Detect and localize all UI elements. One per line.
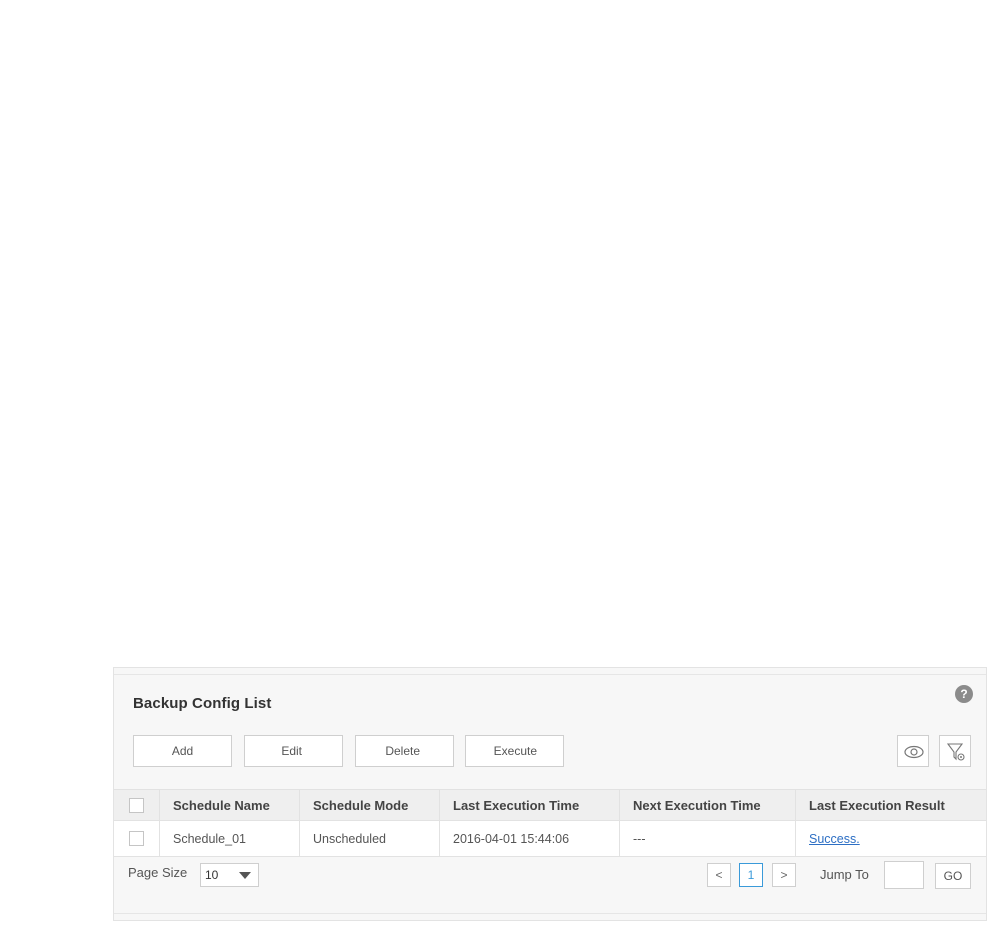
edit-button[interactable]: Edit [244,735,343,767]
next-execution-time-cell: --- [620,821,796,856]
row-checkbox[interactable] [129,831,144,846]
go-button[interactable]: GO [935,863,971,889]
last-execution-time-cell: 2016-04-01 15:44:06 [440,821,620,856]
column-view-button[interactable] [897,735,929,767]
select-all-checkbox[interactable] [129,797,144,813]
execute-button[interactable]: Execute [465,735,564,767]
help-icon[interactable]: ? [955,685,973,703]
prev-page-button[interactable]: < [707,863,731,887]
row-select-cell [114,821,160,856]
backup-config-table: Schedule Name Schedule Mode Last Executi… [114,789,986,857]
panel-bottom-divider [114,913,986,914]
page-1-button[interactable]: 1 [739,863,763,887]
page-size-label: Page Size [128,865,188,880]
add-button[interactable]: Add [133,735,232,767]
caret-down-icon [239,872,251,879]
backup-config-panel: Backup Config List ? Add Edit Delete Exe… [113,667,987,921]
jump-to-input[interactable] [884,861,924,889]
schedule-mode-cell: Unscheduled [300,821,440,856]
column-header-next-execution-time[interactable]: Next Execution Time [620,790,796,820]
last-execution-result-cell: Success. [796,821,986,856]
delete-button[interactable]: Delete [355,735,454,767]
next-page-button[interactable]: > [772,863,796,887]
schedule-name-cell: Schedule_01 [160,821,300,856]
panel-title: Backup Config List [133,695,272,712]
filter-settings-icon [946,743,965,761]
column-header-schedule-mode[interactable]: Schedule Mode [300,790,440,820]
column-header-last-execution-time[interactable]: Last Execution Time [440,790,620,820]
page-size-select[interactable]: 10 [200,863,259,887]
table-header-row: Schedule Name Schedule Mode Last Executi… [114,789,986,821]
header-select-cell [114,790,160,820]
jump-to-label: Jump To [820,867,869,882]
table-row[interactable]: Schedule_01 Unscheduled 2016-04-01 15:44… [114,821,986,857]
eye-icon [904,745,924,759]
last-execution-result-link[interactable]: Success. [809,832,860,846]
column-header-schedule-name[interactable]: Schedule Name [160,790,300,820]
page-size-value: 10 [205,868,219,882]
filter-settings-button[interactable] [939,735,971,767]
column-header-last-execution-result[interactable]: Last Execution Result [796,790,986,820]
panel-top-divider [114,674,986,675]
